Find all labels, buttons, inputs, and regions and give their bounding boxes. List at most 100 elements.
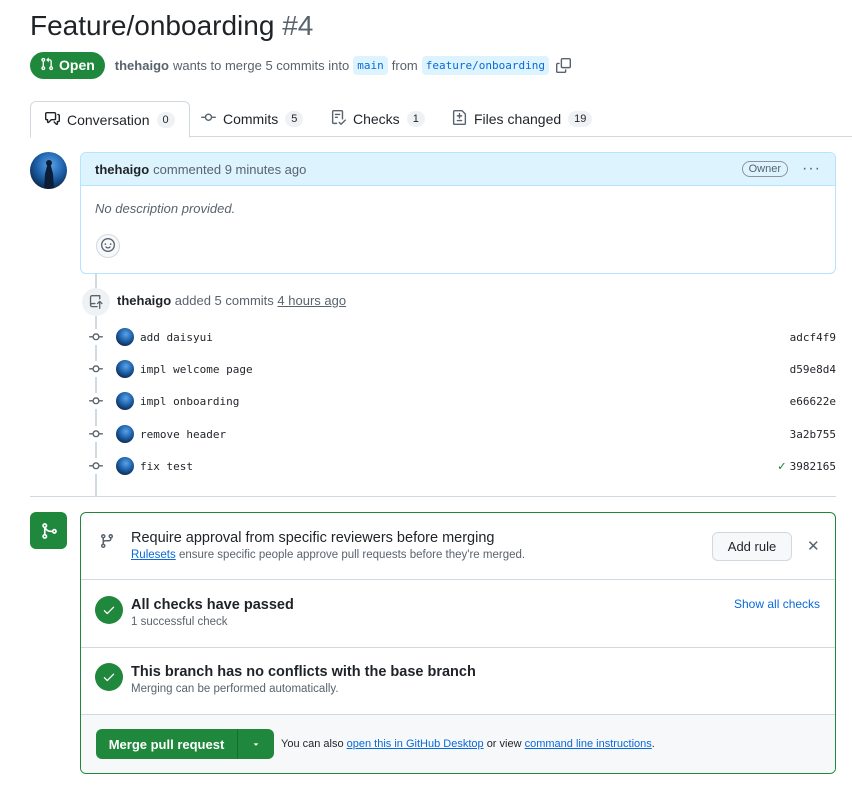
comment-discussion-icon bbox=[45, 111, 60, 129]
git-branch-icon bbox=[99, 533, 115, 552]
add-rule-button[interactable]: Add rule bbox=[712, 532, 792, 561]
pr-number: #4 bbox=[282, 10, 314, 41]
ruleset-sub: ensure specific people approve pull requ… bbox=[178, 549, 526, 561]
commit-message[interactable]: add daisyui bbox=[140, 331, 213, 344]
close-icon[interactable]: ✕ bbox=[807, 537, 820, 555]
conflicts-title: This branch has no conflicts with the ba… bbox=[131, 664, 476, 680]
merge-footer: Merge pull request You can also open thi… bbox=[81, 715, 835, 773]
tab-label: Commits bbox=[223, 111, 279, 127]
conflicts-sub: Merging can be performed automatically. bbox=[131, 683, 339, 695]
merge-text: wants to merge 5 commits into bbox=[172, 57, 350, 73]
list-item: impl onboarding e66622e bbox=[88, 392, 836, 410]
git-commit-icon bbox=[88, 361, 104, 377]
merge-box: Require approval from specific reviewers… bbox=[80, 512, 836, 774]
from-text: from bbox=[391, 57, 418, 73]
copy-icon[interactable] bbox=[555, 57, 571, 73]
list-item: impl welcome page d59e8d4 bbox=[88, 360, 836, 378]
commit-sha-wrap: d59e8d4 bbox=[786, 363, 836, 376]
checks-sub: 1 successful check bbox=[131, 616, 228, 628]
footer-text-mid: or view bbox=[486, 738, 522, 750]
list-item: add daisyui adcf4f9 bbox=[88, 328, 836, 346]
show-all-checks-link[interactable]: Show all checks bbox=[734, 597, 820, 611]
commit-sha-wrap: 3a2b755 bbox=[786, 428, 836, 441]
merge-alternatives: You can also open this in GitHub Desktop… bbox=[281, 738, 655, 750]
footer-text-pre: You can also bbox=[281, 738, 344, 750]
page-title: Feature/onboarding #4 bbox=[30, 10, 313, 42]
author-link[interactable]: thehaigo bbox=[115, 58, 169, 73]
git-commit-icon bbox=[88, 426, 104, 442]
avatar[interactable] bbox=[116, 425, 134, 443]
head-branch[interactable]: feature/onboarding bbox=[421, 55, 549, 75]
check-circle-icon bbox=[95, 596, 123, 624]
checks-title: All checks have passed bbox=[131, 597, 294, 613]
rulesets-link[interactable]: Rulesets bbox=[131, 549, 176, 561]
comment-body: No description provided. bbox=[95, 201, 236, 216]
commit-message[interactable]: remove header bbox=[140, 428, 226, 441]
list-item: fix test ✓ 3982165 bbox=[88, 457, 836, 475]
owner-badge: Owner bbox=[741, 161, 789, 177]
checks-section: All checks have passed 1 successful chec… bbox=[81, 580, 835, 648]
commits-event: thehaigo added 5 commits 4 hours ago bbox=[117, 293, 346, 308]
ruleset-title: Require approval from specific reviewers… bbox=[131, 530, 495, 546]
github-desktop-link[interactable]: open this in GitHub Desktop bbox=[347, 738, 484, 750]
base-branch[interactable]: main bbox=[353, 55, 388, 75]
merge-summary: thehaigo wants to merge 5 commits into m… bbox=[115, 55, 571, 75]
git-pull-request-icon bbox=[40, 57, 54, 74]
tab-checks[interactable]: Checks 1 bbox=[331, 101, 425, 137]
status-label: Open bbox=[59, 57, 95, 73]
check-circle-icon bbox=[95, 663, 123, 691]
event-action: added 5 commits bbox=[174, 293, 274, 308]
tab-count: 1 bbox=[406, 111, 425, 127]
comment-header: thehaigo commented 9 minutes ago Owner ·… bbox=[81, 153, 835, 186]
commit-message[interactable]: impl welcome page bbox=[140, 363, 253, 376]
commit-sha[interactable]: e66622e bbox=[790, 395, 836, 408]
pr-title: Feature/onboarding bbox=[30, 10, 275, 41]
comment-action[interactable]: commented 9 minutes ago bbox=[153, 162, 306, 177]
event-author[interactable]: thehaigo bbox=[117, 293, 171, 308]
tab-count: 5 bbox=[285, 111, 304, 127]
commit-sha-wrap: e66622e bbox=[786, 395, 836, 408]
kebab-menu-icon[interactable]: ··· bbox=[802, 160, 821, 178]
event-time[interactable]: 4 hours ago bbox=[277, 293, 346, 308]
tab-count: 19 bbox=[568, 111, 593, 127]
tab-commits[interactable]: Commits 5 bbox=[201, 101, 304, 137]
chevron-down-icon[interactable] bbox=[238, 729, 274, 759]
ruleset-section: Require approval from specific reviewers… bbox=[81, 513, 835, 580]
list-item: remove header 3a2b755 bbox=[88, 425, 836, 443]
command-line-link[interactable]: command line instructions bbox=[525, 738, 652, 750]
conflicts-section: This branch has no conflicts with the ba… bbox=[81, 648, 835, 715]
tab-files-changed[interactable]: Files changed 19 bbox=[452, 101, 593, 137]
tab-label: Conversation bbox=[67, 111, 150, 128]
add-reaction-button[interactable] bbox=[96, 234, 120, 258]
git-merge-icon bbox=[30, 512, 67, 549]
pr-tabs: Conversation 0 Commits 5 Checks 1 Files … bbox=[30, 101, 852, 138]
git-commit-icon bbox=[88, 458, 104, 474]
commit-sha[interactable]: 3982165 bbox=[790, 460, 836, 473]
avatar[interactable] bbox=[30, 152, 67, 189]
commit-sha-wrap: ✓ 3982165 bbox=[778, 459, 836, 474]
avatar[interactable] bbox=[116, 392, 134, 410]
status-badge: Open bbox=[30, 51, 105, 79]
pr-meta: Open thehaigo wants to merge 5 commits i… bbox=[30, 51, 571, 79]
merge-pull-request-button[interactable]: Merge pull request bbox=[96, 729, 238, 759]
tab-conversation[interactable]: Conversation 0 bbox=[30, 101, 190, 138]
comment-author[interactable]: thehaigo bbox=[95, 162, 149, 177]
check-icon[interactable]: ✓ bbox=[778, 459, 786, 474]
commit-sha[interactable]: 3a2b755 bbox=[790, 428, 836, 441]
avatar[interactable] bbox=[116, 328, 134, 346]
comment-box: thehaigo commented 9 minutes ago Owner ·… bbox=[80, 152, 836, 274]
commit-sha[interactable]: adcf4f9 bbox=[790, 331, 836, 344]
footer-text-post: . bbox=[651, 738, 655, 750]
smiley-icon bbox=[101, 237, 115, 255]
repo-push-icon bbox=[82, 288, 110, 316]
git-commit-icon bbox=[88, 393, 104, 409]
avatar[interactable] bbox=[116, 360, 134, 378]
commit-message[interactable]: impl onboarding bbox=[140, 395, 239, 408]
file-diff-icon bbox=[452, 110, 467, 128]
commit-sha[interactable]: d59e8d4 bbox=[790, 363, 836, 376]
git-commit-icon bbox=[88, 329, 104, 345]
git-commit-icon bbox=[201, 110, 216, 128]
tab-label: Files changed bbox=[474, 111, 562, 127]
commit-message[interactable]: fix test bbox=[140, 460, 193, 473]
avatar[interactable] bbox=[116, 457, 134, 475]
